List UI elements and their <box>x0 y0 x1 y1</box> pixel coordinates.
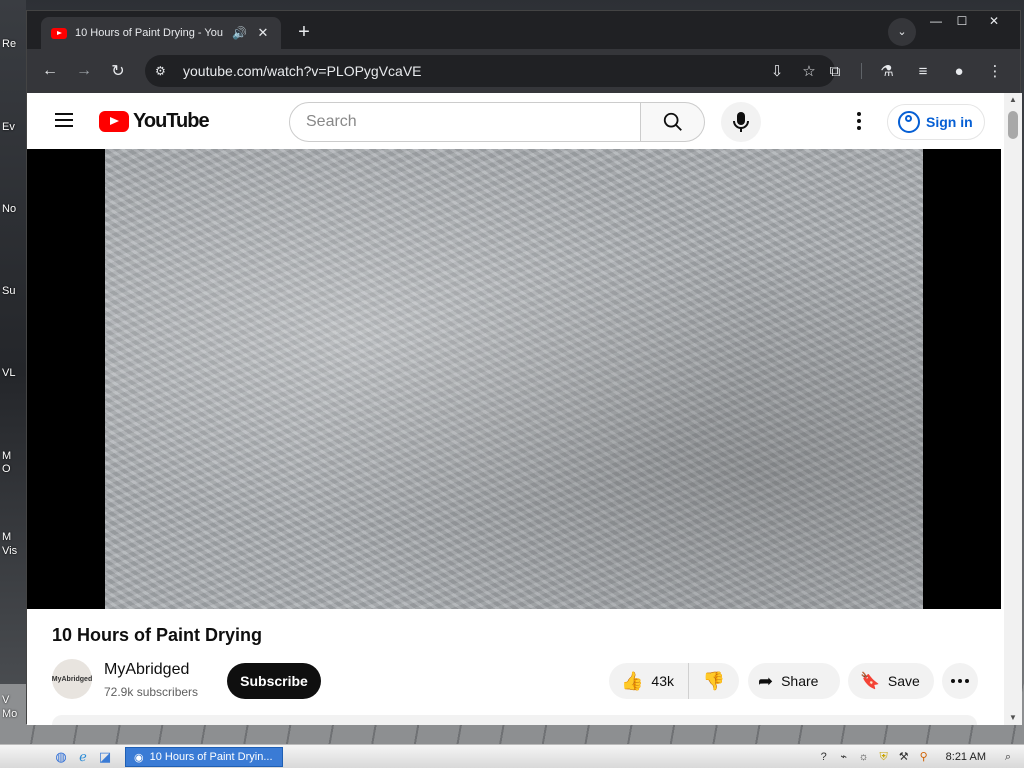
speaker-icon[interactable]: 🔊 <box>232 26 247 40</box>
desktop-icon-label[interactable]: Mo <box>2 708 26 720</box>
video-title: 10 Hours of Paint Drying <box>52 625 263 645</box>
youtube-play-logo-icon <box>99 111 129 132</box>
help-icon[interactable]: ? <box>816 749 832 765</box>
network-icon[interactable]: ☼ <box>856 749 872 765</box>
youtube-favicon-icon <box>51 27 67 39</box>
desktop-icon-label[interactable]: Ev <box>2 121 26 133</box>
desktop-icon-label[interactable]: No <box>2 203 26 215</box>
tab-close-button[interactable]: ✕ <box>255 25 271 41</box>
magnifier-tray-icon[interactable]: ⚲ <box>916 749 932 765</box>
account-circle-icon <box>898 111 920 133</box>
search-input[interactable]: Search <box>289 102 641 142</box>
toolbar-divider <box>861 63 862 79</box>
subscribe-button[interactable]: Subscribe <box>227 663 321 699</box>
desktop-icon-label[interactable]: Su <box>2 285 26 297</box>
desktop-icon-label[interactable]: V <box>2 694 26 706</box>
shield-icon[interactable]: ⛨ <box>876 749 892 765</box>
microphone-icon <box>733 112 749 132</box>
desktop-icon-label[interactable]: M <box>2 531 26 543</box>
description-box[interactable] <box>52 715 977 725</box>
desktop-icon-label[interactable]: VL <box>2 367 26 379</box>
scrollbar-thumb[interactable] <box>1008 111 1018 139</box>
system-tray: ? ⌁ ☼ ⛨ ⚒ ⚲ 8:21 AM ⌕ <box>816 745 1024 768</box>
youtube-page: YouTube Search Sign in 10 Hours of Paint… <box>27 93 1004 725</box>
share-label: Share <box>781 673 819 689</box>
scroll-up-arrow-icon[interactable]: ▲ <box>1004 93 1022 107</box>
youtube-header: YouTube Search Sign in <box>27 93 1004 149</box>
globe-icon[interactable]: ◍ <box>52 748 70 766</box>
tool-icon[interactable]: ⚒ <box>896 749 912 765</box>
save-label: Save <box>887 673 920 689</box>
settings-more-icon[interactable] <box>847 109 871 133</box>
like-button[interactable]: 👍 43k <box>609 663 689 699</box>
voice-search-button[interactable] <box>721 102 761 142</box>
channel-avatar[interactable]: MyAbridged <box>52 659 92 699</box>
usb-icon[interactable]: ⌁ <box>836 749 852 765</box>
address-bar[interactable]: ⚙ youtube.com/watch?v=PLOPygVcaVE ⇩ ☆ <box>145 55 835 87</box>
bookmark-icon: 🔖 <box>860 673 880 690</box>
close-window-button[interactable]: ✕ <box>980 11 1008 31</box>
like-dislike-group: 👍 43k 👎 <box>609 663 739 699</box>
taskbar: ◍ ℯ ◪ ◉ 10 Hours of Paint Dryin... ? ⌁ ☼… <box>0 744 1024 768</box>
chrome-icon: ◉ <box>134 751 144 764</box>
tab-title: 10 Hours of Paint Drying - You <box>75 27 223 39</box>
reload-icon[interactable]: ↻ <box>101 54 135 88</box>
share-arrow-icon: ➦ <box>758 670 774 691</box>
tab-search-button[interactable]: ⌄ <box>888 18 916 46</box>
dislike-button[interactable]: 👎 <box>689 671 739 692</box>
search-icon[interactable]: ⌕ <box>1000 749 1016 765</box>
labs-flask-icon[interactable]: ⚗ <box>869 49 905 93</box>
desktop-icon-label[interactable]: Re <box>2 38 26 50</box>
profile-icon[interactable]: ● <box>941 49 977 93</box>
internet-explorer-icon[interactable]: ℯ <box>74 748 92 766</box>
channel-name[interactable]: MyAbridged <box>104 661 189 679</box>
save-button[interactable]: 🔖 Save <box>848 663 934 699</box>
search-button[interactable] <box>641 102 705 142</box>
sign-in-button[interactable]: Sign in <box>887 104 985 140</box>
share-button[interactable]: ➦ Share <box>748 663 840 699</box>
browser-toolbar: ← → ↻ ⚙ youtube.com/watch?v=PLOPygVcaVE … <box>27 49 1020 93</box>
new-tab-button[interactable]: + <box>291 20 317 46</box>
desktop-icon-label[interactable]: O <box>2 463 26 475</box>
sign-in-label: Sign in <box>926 114 973 130</box>
maximize-button[interactable]: ☐ <box>948 11 976 31</box>
site-settings-icon[interactable]: ⚙ <box>155 64 177 78</box>
chrome-menu-icon[interactable]: ⋮ <box>977 49 1013 93</box>
video-frame-paint-wall[interactable] <box>105 149 923 609</box>
desktop-icon-label[interactable]: M <box>2 450 26 462</box>
subscriber-count: 72.9k subscribers <box>104 685 199 699</box>
youtube-logo-text: YouTube <box>133 110 210 132</box>
finder-icon[interactable]: ◪ <box>96 748 114 766</box>
page-scrollbar[interactable]: ▲ ▼ <box>1004 93 1022 725</box>
url-text[interactable]: youtube.com/watch?v=PLOPygVcaVE <box>183 63 761 79</box>
tab-strip: 10 Hours of Paint Drying - You 🔊 ✕ + ⌄ —… <box>27 11 1020 49</box>
taskbar-window-button[interactable]: ◉ 10 Hours of Paint Dryin... <box>125 747 283 767</box>
thumbs-down-icon: 👎 <box>702 670 726 691</box>
search-icon <box>663 112 682 131</box>
clock[interactable]: 8:21 AM <box>946 751 986 763</box>
like-count: 43k <box>651 673 674 689</box>
thumbs-up-icon: 👍 <box>621 670 644 691</box>
taskbar-window-title: 10 Hours of Paint Dryin... <box>149 751 273 763</box>
extensions-icon[interactable]: ⧉ <box>817 49 853 93</box>
media-control-icon[interactable]: ≡ <box>905 49 941 93</box>
minimize-button[interactable]: — <box>922 11 950 31</box>
hamburger-menu-icon[interactable] <box>55 113 73 127</box>
start-apple-icon[interactable] <box>18 748 36 766</box>
forward-arrow-icon[interactable]: → <box>67 54 101 88</box>
scroll-down-arrow-icon[interactable]: ▼ <box>1004 711 1022 725</box>
chrome-window: 10 Hours of Paint Drying - You 🔊 ✕ + ⌄ —… <box>26 10 1022 725</box>
more-actions-button[interactable] <box>942 663 978 699</box>
video-player[interactable] <box>27 149 1001 609</box>
back-arrow-icon[interactable]: ← <box>33 54 67 88</box>
desktop-icon-label[interactable]: Vis <box>2 545 26 557</box>
browser-tab[interactable]: 10 Hours of Paint Drying - You 🔊 ✕ <box>41 17 281 49</box>
youtube-logo[interactable]: YouTube <box>99 110 210 133</box>
install-app-icon[interactable]: ⇩ <box>761 62 793 80</box>
